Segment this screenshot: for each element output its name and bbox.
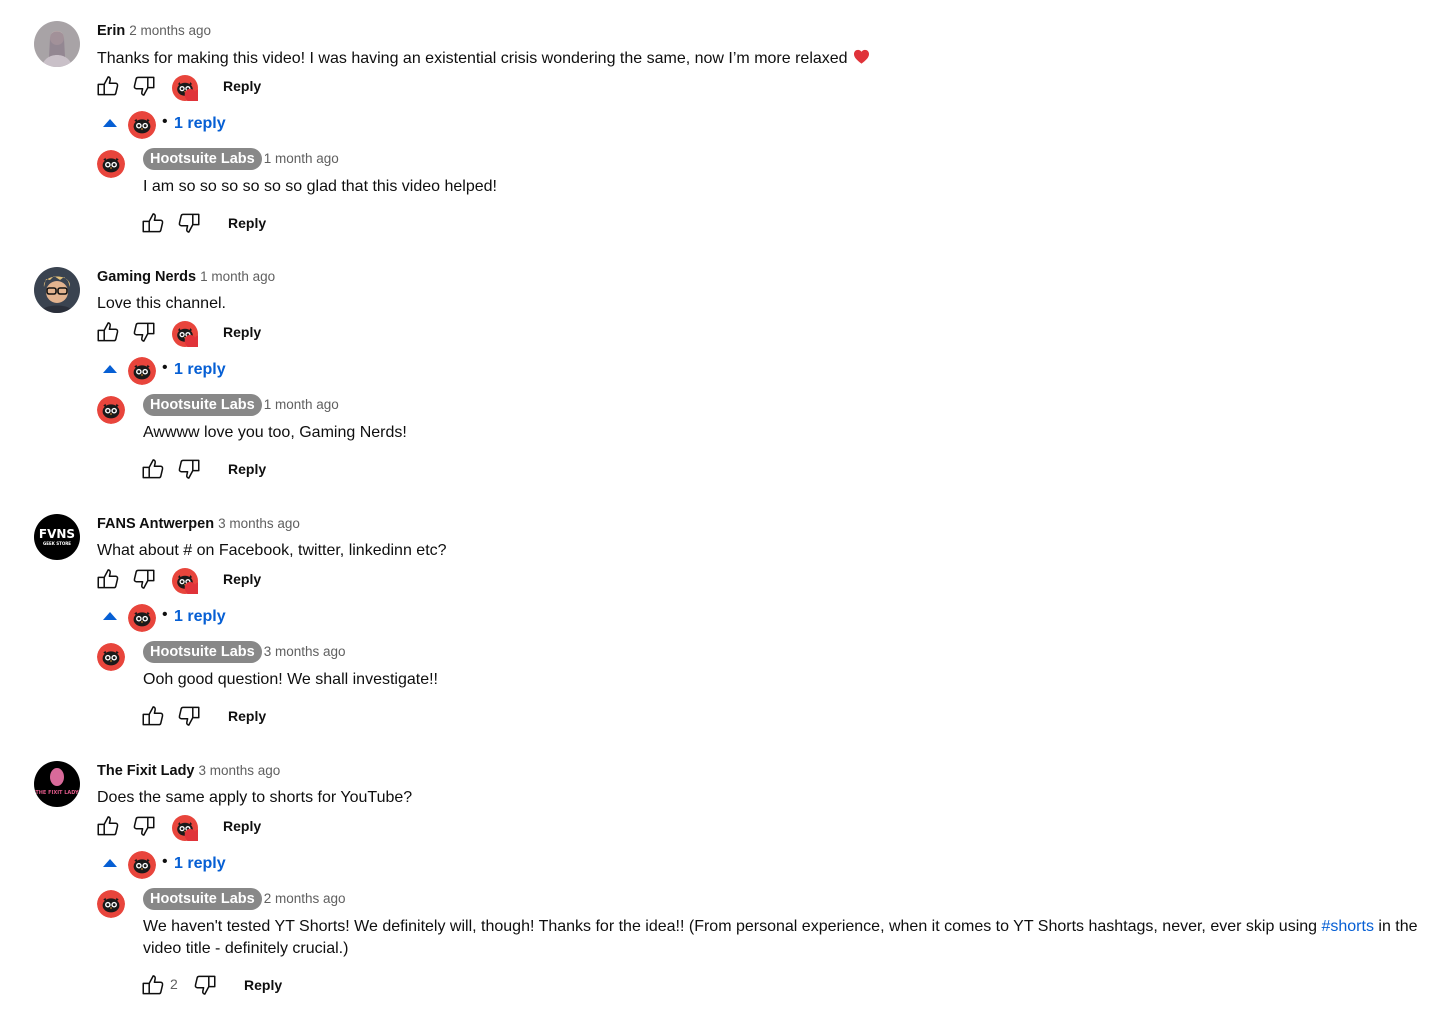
owner-author-chip[interactable]: Hootsuite Labs [143, 148, 262, 170]
reply-button[interactable]: Reply [223, 816, 261, 836]
comment-header: FANS Antwerpen 3 months ago [97, 514, 300, 534]
thumbs-down-icon[interactable] [131, 319, 157, 345]
comment-text-body: Thanks for making this video! I was havi… [97, 50, 848, 67]
like-count: 2 [170, 976, 178, 992]
comment-header: The Fixit Lady 3 months ago [97, 761, 280, 781]
caret-up-icon [103, 612, 117, 620]
reply-text: Ooh good question! We shall investigate!… [143, 671, 438, 688]
reply-button[interactable]: Reply [228, 459, 266, 479]
creator-heart-icon [172, 75, 198, 101]
heart-emoji-icon [852, 47, 871, 66]
reply-avatar[interactable] [97, 150, 125, 178]
avatar[interactable]: FVNS GEEK STORE [34, 514, 80, 560]
caret-up-icon [103, 119, 117, 127]
reply-time[interactable]: 2 months ago [264, 891, 346, 906]
replies-toggle[interactable]: • 1 reply [103, 851, 243, 879]
owner-avatar-icon [128, 851, 156, 879]
thumbs-up-icon[interactable] [140, 456, 166, 482]
owner-author-chip[interactable]: Hootsuite Labs [143, 641, 262, 663]
reply-count[interactable]: 1 reply [174, 608, 226, 626]
thumbs-down-icon[interactable] [131, 566, 157, 592]
reply-count[interactable]: 1 reply [174, 115, 226, 133]
comments-section: Erin 2 months ago Thanks for making this … [0, 0, 1444, 1024]
reply-text: Awwww love you too, Gaming Nerds! [143, 424, 407, 441]
comment-time[interactable]: 2 months ago [129, 23, 211, 38]
creator-heart-icon [172, 568, 198, 594]
replies-toggle[interactable]: • 1 reply [103, 111, 243, 139]
reply-header: Hootsuite Labs 1 month ago [143, 394, 339, 416]
thumbs-up-icon[interactable] [140, 210, 166, 236]
caret-up-icon [103, 859, 117, 867]
reply-count[interactable]: 1 reply [174, 361, 226, 379]
thumbs-down-icon[interactable] [192, 972, 218, 998]
owner-avatar-icon [128, 357, 156, 385]
hashtag-link[interactable]: #shorts [1321, 918, 1373, 935]
comment-text: What about # on Facebook, twitter, linke… [97, 542, 447, 559]
comment-text: Does the same apply to shorts for YouTub… [97, 789, 413, 806]
owner-author-chip[interactable]: Hootsuite Labs [143, 888, 262, 910]
avatar-logo-text: THE FIXIT LADY [35, 790, 79, 796]
separator-dot: • [162, 359, 168, 376]
thumbs-down-icon[interactable] [131, 813, 157, 839]
reply-header: Hootsuite Labs 3 months ago [143, 641, 346, 663]
thumbs-up-icon[interactable] [140, 703, 166, 729]
reply-avatar[interactable] [97, 643, 125, 671]
comment-header: Gaming Nerds 1 month ago [97, 267, 275, 287]
reply-button[interactable]: Reply [223, 322, 261, 342]
creator-heart-icon [172, 321, 198, 347]
reply-time[interactable]: 3 months ago [264, 644, 346, 659]
avatar[interactable]: THE FIXIT LADY [34, 761, 80, 807]
owner-avatar-icon [128, 111, 156, 139]
reply-header: Hootsuite Labs 1 month ago [143, 148, 339, 170]
reply-button[interactable]: Reply [244, 975, 282, 995]
reply-time[interactable]: 1 month ago [264, 151, 339, 166]
reply-count[interactable]: 1 reply [174, 855, 226, 873]
thumbs-up-icon[interactable] [95, 566, 121, 592]
thumbs-up-icon[interactable] [95, 813, 121, 839]
thumbs-down-icon[interactable] [131, 73, 157, 99]
caret-up-icon [103, 365, 117, 373]
separator-dot: • [162, 606, 168, 623]
reply-text: We haven't tested YT Shorts! We definite… [143, 916, 1433, 960]
comment-header: Erin 2 months ago [97, 21, 211, 41]
comment-time[interactable]: 1 month ago [200, 269, 275, 284]
comment-author[interactable]: The Fixit Lady [97, 763, 195, 779]
comment-author[interactable]: FANS Antwerpen [97, 516, 214, 532]
thumbs-down-icon[interactable] [176, 456, 202, 482]
owner-author-chip[interactable]: Hootsuite Labs [143, 394, 262, 416]
avatar[interactable] [34, 21, 80, 67]
reply-text: I am so so so so so so glad that this vi… [143, 178, 497, 195]
thumbs-up-icon[interactable] [95, 319, 121, 345]
separator-dot: • [162, 853, 168, 870]
owner-avatar-icon [128, 604, 156, 632]
comment-author[interactable]: Erin [97, 23, 125, 39]
reply-button[interactable]: Reply [223, 569, 261, 589]
reply-avatar[interactable] [97, 890, 125, 918]
reply-button[interactable]: Reply [228, 213, 266, 233]
reply-avatar[interactable] [97, 396, 125, 424]
thumbs-up-icon[interactable] [95, 73, 121, 99]
separator-dot: • [162, 113, 168, 130]
comment-text: Love this channel. [97, 295, 226, 312]
reply-header: Hootsuite Labs 2 months ago [143, 888, 346, 910]
thumbs-down-icon[interactable] [176, 703, 202, 729]
avatar-logo-subtext: GEEK STORE [43, 541, 71, 546]
replies-toggle[interactable]: • 1 reply [103, 357, 243, 385]
reply-button[interactable]: Reply [223, 76, 261, 96]
comment-author[interactable]: Gaming Nerds [97, 269, 196, 285]
creator-heart-icon [172, 815, 198, 841]
comment-time[interactable]: 3 months ago [199, 763, 281, 778]
reply-button[interactable]: Reply [228, 706, 266, 726]
comment-time[interactable]: 3 months ago [218, 516, 300, 531]
avatar-logo-text: FVNS [39, 527, 75, 541]
replies-toggle[interactable]: • 1 reply [103, 604, 243, 632]
avatar[interactable] [34, 267, 80, 313]
thumbs-up-icon[interactable] [140, 972, 166, 998]
reply-time[interactable]: 1 month ago [264, 397, 339, 412]
comment-text: Thanks for making this video! I was havi… [97, 47, 871, 70]
thumbs-down-icon[interactable] [176, 210, 202, 236]
reply-text-part: We haven't tested YT Shorts! We definite… [143, 918, 1322, 935]
